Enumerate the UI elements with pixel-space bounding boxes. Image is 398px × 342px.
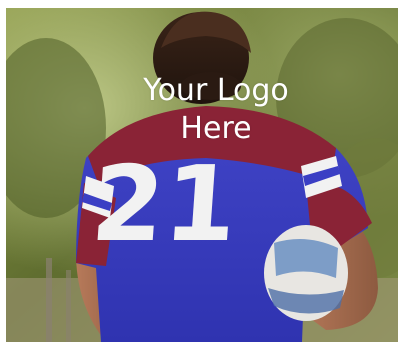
jersey-number: 21 [88, 143, 241, 265]
jersey-number-text: 21 [88, 143, 241, 265]
logo-placeholder-card: Your Logo Here 21 [0, 0, 398, 342]
